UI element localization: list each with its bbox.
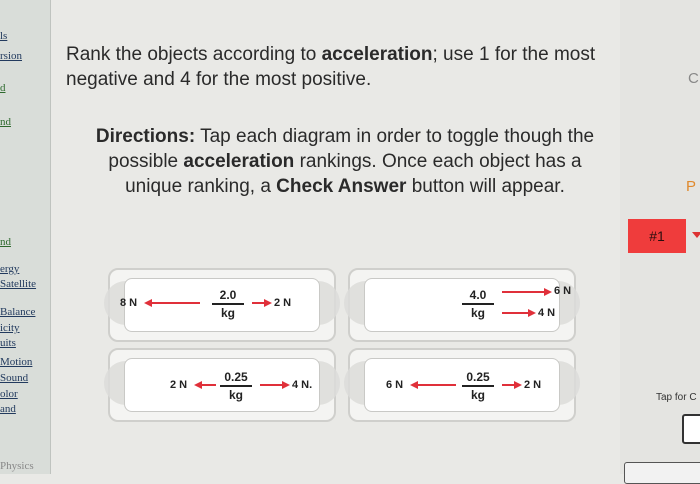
directions-text: button will appear.	[406, 176, 565, 197]
sidebar-item[interactable]: d	[0, 82, 6, 94]
diagram-card-2[interactable]: 4.0 kg 6 N 4 N	[344, 268, 580, 342]
sidebar: ls rsion d nd nd ergy Satellite Balance …	[0, 0, 51, 474]
directions: Directions: Tap each diagram in order to…	[80, 124, 610, 199]
mass-label: 4.0 kg	[458, 288, 498, 320]
sidebar-item[interactable]: and	[0, 403, 16, 415]
tap-hint: Tap for C	[656, 392, 697, 403]
right-panel: C P #1 Tap for C	[620, 0, 700, 484]
force-arrow-left	[144, 299, 200, 307]
mass-unit: kg	[470, 305, 485, 320]
force-arrow-right-top	[502, 288, 552, 296]
panel-letter-c: C	[688, 70, 699, 87]
diagram-card-4[interactable]: 6 N 0.25 kg 2 N	[344, 348, 580, 422]
sidebar-item[interactable]: rsion	[0, 50, 22, 62]
mass-value: 2.0	[219, 288, 237, 302]
directions-bold: acceleration	[183, 151, 295, 172]
force-label-left: 6 N	[386, 379, 404, 391]
force-arrow-right	[502, 381, 522, 389]
mass-unit: kg	[470, 387, 485, 402]
force-arrow-right-bottom	[502, 309, 536, 317]
force-label-right: 2 N	[274, 297, 292, 309]
answer-box[interactable]	[682, 414, 700, 444]
force-label-right-top: 6 N	[554, 285, 572, 297]
mass-label: 0.25 kg	[216, 370, 256, 402]
sidebar-item-motion[interactable]: Motion	[0, 356, 32, 368]
rank-tag: #1	[628, 219, 686, 253]
mass-value: 4.0	[469, 288, 487, 302]
directions-bold: Check Answer	[276, 176, 407, 197]
prompt-bold: acceleration	[321, 44, 433, 65]
force-label-left: 8 N	[120, 297, 138, 309]
sidebar-item[interactable]: uits	[0, 337, 16, 349]
force-label-right-bottom: 4 N	[538, 307, 556, 319]
panel-button[interactable]	[624, 462, 700, 484]
force-label-right: 4 N.	[292, 379, 313, 391]
sidebar-item[interactable]: olor	[0, 388, 18, 400]
sidebar-item[interactable]: ergy	[0, 263, 19, 275]
sidebar-item-physics[interactable]: Physics	[0, 460, 34, 472]
sidebar-item[interactable]: ls	[0, 30, 7, 42]
sidebar-item[interactable]: nd	[0, 116, 11, 128]
sidebar-item-satellite[interactable]: Satellite	[0, 278, 36, 290]
force-arrow-right	[260, 381, 290, 389]
question-prompt: Rank the objects according to accelerati…	[66, 42, 606, 92]
force-label-left: 2 N	[170, 379, 188, 391]
prompt-text: Rank the objects according to	[66, 44, 322, 65]
mass-label: 0.25 kg	[458, 370, 498, 402]
diagram-card-3[interactable]: 2 N 0.25 kg 4 N.	[104, 348, 340, 422]
mass-value: 0.25	[466, 370, 490, 384]
main-content: Rank the objects according to accelerati…	[50, 0, 620, 474]
mass-value: 0.25	[224, 370, 248, 384]
diagram-card-1[interactable]: 8 N 2.0 kg 2 N	[104, 268, 340, 342]
mass-unit: kg	[228, 387, 243, 402]
force-label-right: 2 N	[524, 379, 542, 391]
sidebar-item[interactable]: nd	[0, 236, 11, 248]
force-arrow-right	[252, 299, 272, 307]
mass-label: 2.0 kg	[208, 288, 248, 320]
force-arrow-left	[410, 381, 456, 389]
chevron-down-icon[interactable]	[692, 232, 700, 238]
sidebar-item-sound[interactable]: Sound	[0, 372, 28, 384]
panel-letter-p: P	[686, 178, 697, 195]
directions-label: Directions:	[95, 126, 196, 147]
force-arrow-left	[194, 381, 216, 389]
sidebar-item[interactable]: icity	[0, 322, 20, 334]
mass-unit: kg	[220, 305, 235, 320]
sidebar-item-balance[interactable]: Balance	[0, 306, 35, 318]
